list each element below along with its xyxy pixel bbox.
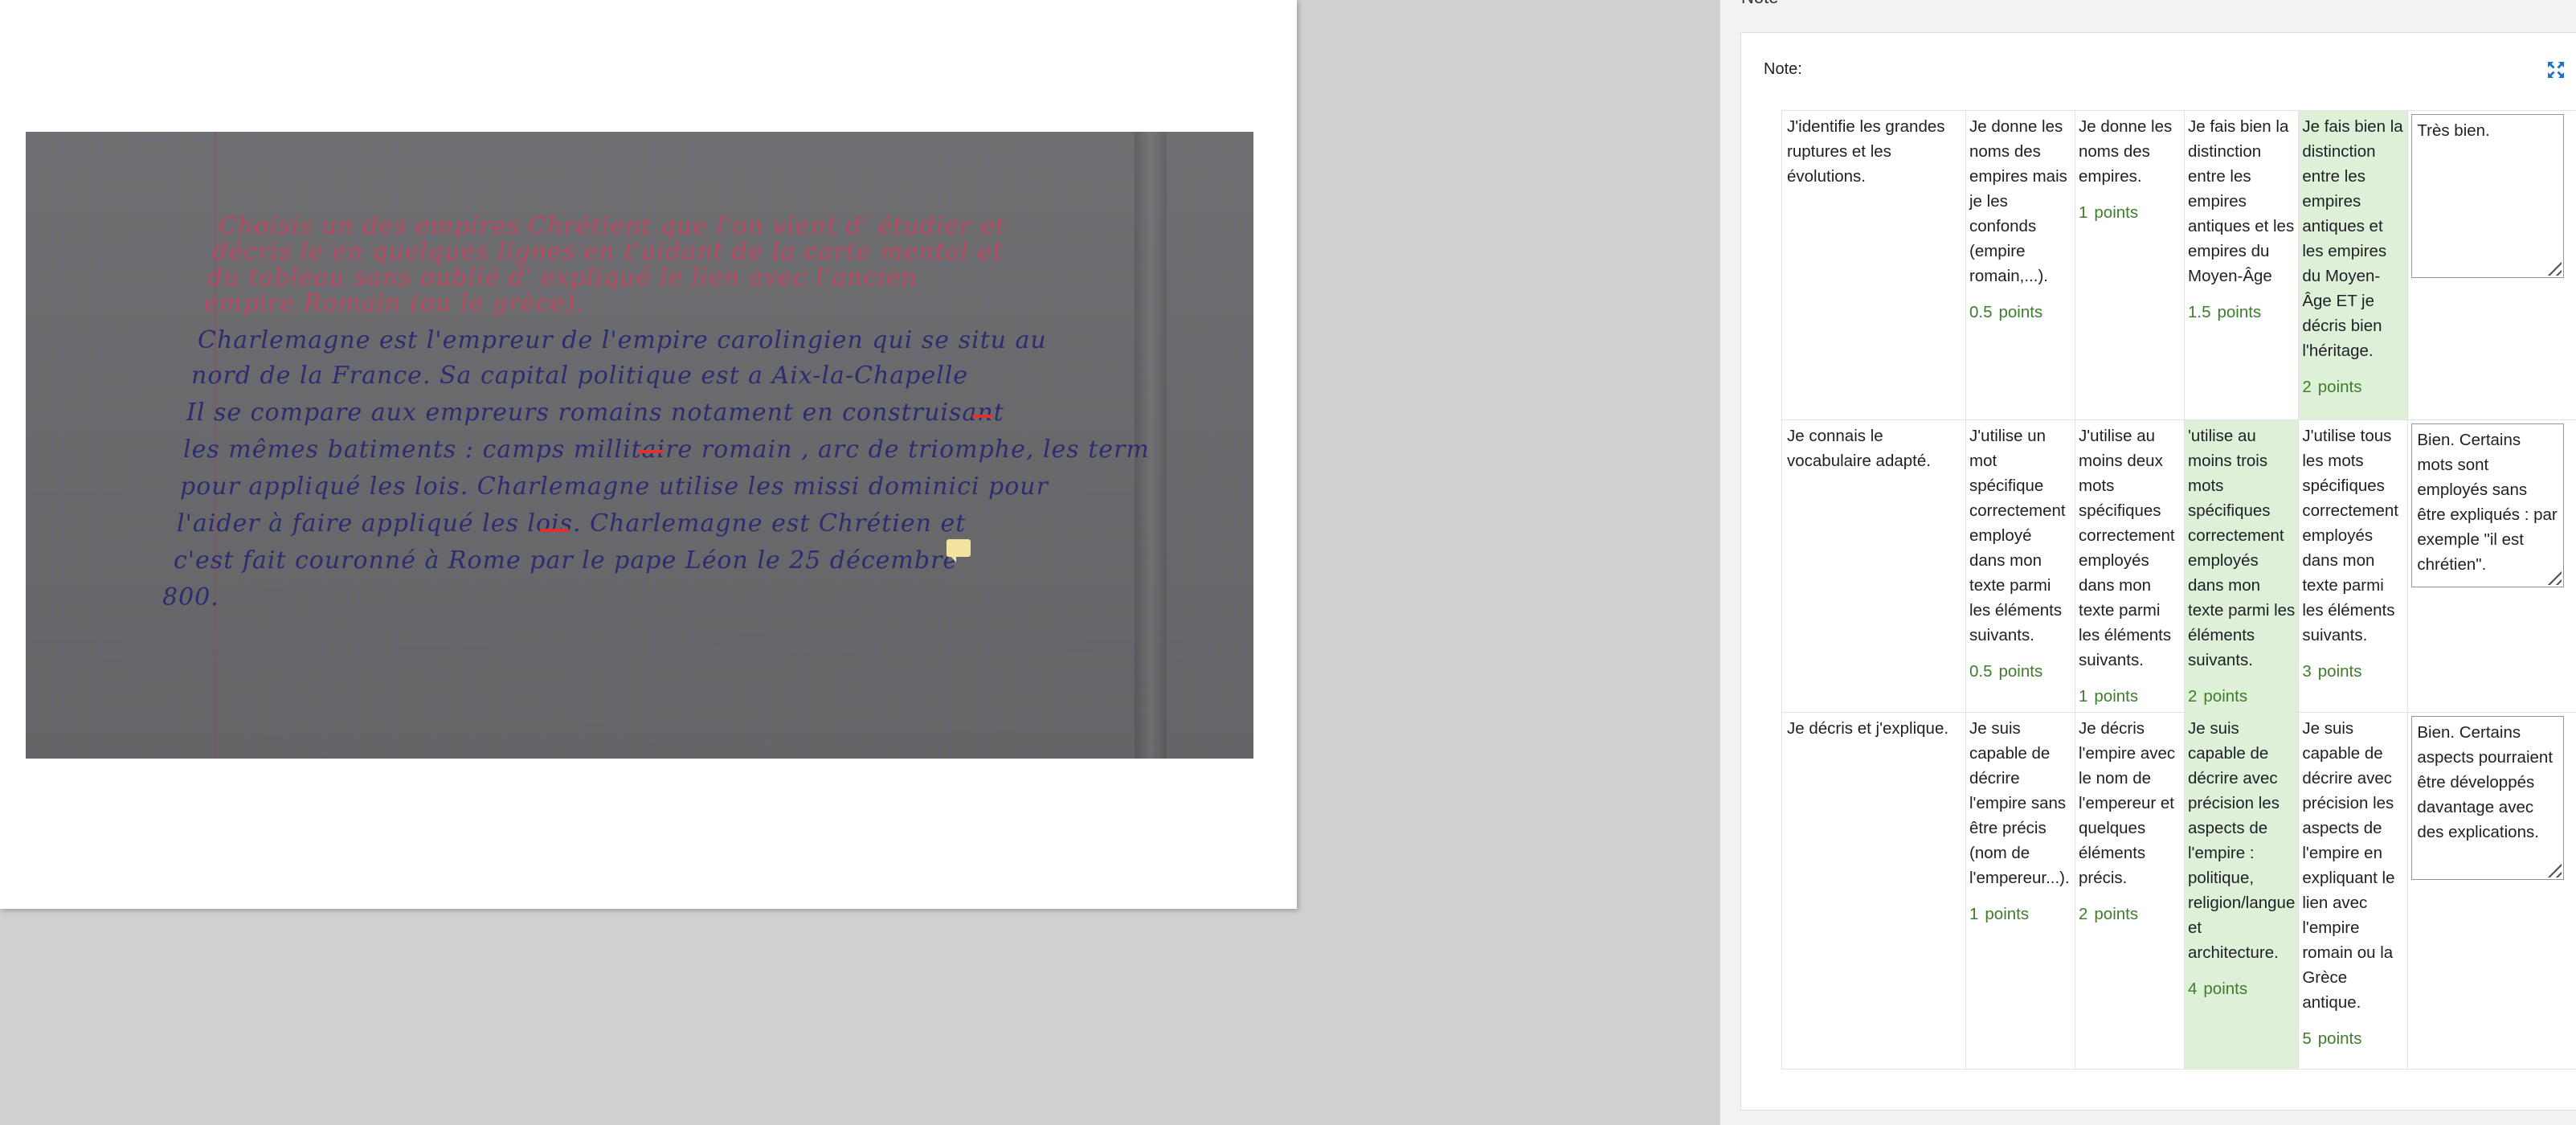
level-description: Je suis capable de décrire avec précisio… (2188, 719, 2296, 962)
level-description: J'utilise un mot spécifique correctement… (1969, 427, 2066, 644)
prompt-line: décris le en quelques lignes en t'aidant… (212, 238, 1004, 266)
rubric-level[interactable]: Je suis capable de décrire l'empire sans… (1965, 712, 2075, 1070)
rubric-level[interactable]: Je donne les noms des empires mais je le… (1965, 110, 2075, 420)
rubric-level-selected[interactable]: Je fais bien la distinction entre les em… (2298, 110, 2409, 420)
level-points: 2 points (2188, 687, 2248, 706)
remark-textarea[interactable]: Très bien. (2411, 114, 2565, 278)
rubric-level[interactable]: Je fais bien la distinction entre les em… (2183, 110, 2300, 420)
rubric-level[interactable]: J'utilise un mot spécifique correctement… (1965, 419, 2075, 713)
annotation-mark[interactable] (638, 450, 664, 453)
document-page: Choisis un des empires Chrétient que l'o… (0, 0, 1297, 909)
level-points: 2 points (2079, 905, 2139, 923)
criterion-description: Je décris et j'explique. (1781, 712, 1966, 1070)
level-description: Je suis capable de décrire avec précisio… (2302, 719, 2395, 1012)
rubric-level[interactable]: J'utilise au moins deux mots spécifiques… (2075, 419, 2185, 713)
level-description: Je donne les noms des empires. (2079, 117, 2173, 186)
rubric-row: J'identifie les grandes ruptures et les … (1781, 110, 2576, 420)
prompt-line: du tableau sans oublié d' expliqué le li… (207, 264, 918, 292)
level-points: 0.5 points (1969, 662, 2043, 681)
level-description: Je suis capable de décrire l'empire sans… (1969, 719, 2070, 887)
rubric-level[interactable]: Je donne les noms des empires. 1 points (2075, 110, 2185, 420)
answer-line: pour appliqué les lois. Charlemagne util… (180, 472, 1049, 501)
panel-heading: Note (1741, 0, 1778, 8)
prompt-line: empire Romain (ou le grèce). (204, 289, 584, 317)
answer-line: 800. (162, 583, 219, 612)
criterion-description: Je connais le vocabulaire adapté. (1781, 419, 1966, 713)
rubric-level[interactable]: Je décris l'empire avec le nom de l'empe… (2075, 712, 2185, 1070)
prompt-line: Choisis un des empires Chrétient que l'o… (219, 212, 1006, 240)
level-description: Je donne les noms des empires mais je le… (1969, 117, 2067, 285)
rubric-row: Je décris et j'explique. Je suis capable… (1781, 712, 2576, 1070)
resize-grip-icon[interactable] (2544, 258, 2562, 276)
rubric-row: Je connais le vocabulaire adapté. J'util… (1781, 419, 2576, 713)
remark-cell: Bien. Certains aspects pourraient être d… (2407, 712, 2576, 1070)
level-points: 1.5 points (2188, 303, 2262, 321)
remark-cell: Très bien. (2407, 110, 2576, 420)
rubric-level-selected[interactable]: Je suis capable de décrire avec précisio… (2183, 712, 2300, 1070)
annotation-mark[interactable] (972, 415, 993, 418)
student-submission-photo: Choisis un des empires Chrétient que l'o… (26, 132, 1253, 759)
rubric-level[interactable]: Je suis capable de décrire avec précisio… (2298, 712, 2409, 1070)
note-label: Note: (1764, 60, 1802, 78)
criterion-description: J'identifie les grandes ruptures et les … (1781, 110, 1966, 420)
rubric-card: Note: J'identifie les grandes ruptures e… (1740, 32, 2576, 1111)
annotation-mark[interactable] (540, 529, 569, 532)
level-points: 2 points (2302, 378, 2362, 396)
resize-grip-icon[interactable] (2544, 860, 2562, 878)
answer-line: Il se compare aux empreurs romains notam… (186, 399, 1004, 427)
answer-line: c'est fait couronné à Rome par le pape L… (174, 546, 959, 575)
level-points: 3 points (2302, 662, 2362, 681)
answer-line: les mêmes batiments : camps millitaire r… (183, 436, 1150, 464)
rubric-table: J'identifie les grandes ruptures et les … (1781, 110, 2576, 1070)
level-points: 1 points (2079, 203, 2139, 222)
answer-line: Charlemagne est l'empreur de l'empire ca… (198, 326, 1047, 354)
level-points: 4 points (2188, 980, 2248, 998)
expand-arrows-icon[interactable] (2546, 60, 2566, 80)
level-description: Je fais bien la distinction entre les em… (2302, 117, 2403, 360)
level-points: 0.5 points (1969, 303, 2043, 321)
rubric-level[interactable]: J'utilise tous les mots spécifiques corr… (2298, 419, 2409, 713)
level-points: 5 points (2302, 1029, 2362, 1048)
remark-textarea[interactable]: Bien. Certains mots sont employés sans ê… (2411, 423, 2565, 587)
level-description: Je fais bien la distinction entre les em… (2188, 117, 2295, 285)
answer-line: nord de la France. Sa capital politique … (191, 362, 969, 390)
level-description: Je décris l'empire avec le nom de l'empe… (2079, 719, 2176, 887)
level-points: 1 points (1969, 905, 2030, 923)
answer-line: l'aider à faire appliqué les lois. Charl… (177, 509, 967, 538)
remark-cell: Bien. Certains mots sont employés sans ê… (2407, 419, 2576, 713)
comment-icon[interactable] (947, 539, 971, 562)
grading-panel: Note Note: J'identifie les grandes ruptu… (1719, 0, 2576, 1125)
level-description: 'utilise au moins trois mots spécifiques… (2188, 427, 2296, 669)
resize-grip-icon[interactable] (2544, 567, 2562, 585)
rubric-level-selected[interactable]: 'utilise au moins trois mots spécifiques… (2183, 419, 2300, 713)
level-points: 1 points (2079, 687, 2139, 706)
level-description: J'utilise au moins deux mots spécifiques… (2079, 427, 2175, 669)
level-description: J'utilise tous les mots spécifiques corr… (2302, 427, 2398, 644)
remark-textarea[interactable]: Bien. Certains aspects pourraient être d… (2411, 716, 2565, 880)
